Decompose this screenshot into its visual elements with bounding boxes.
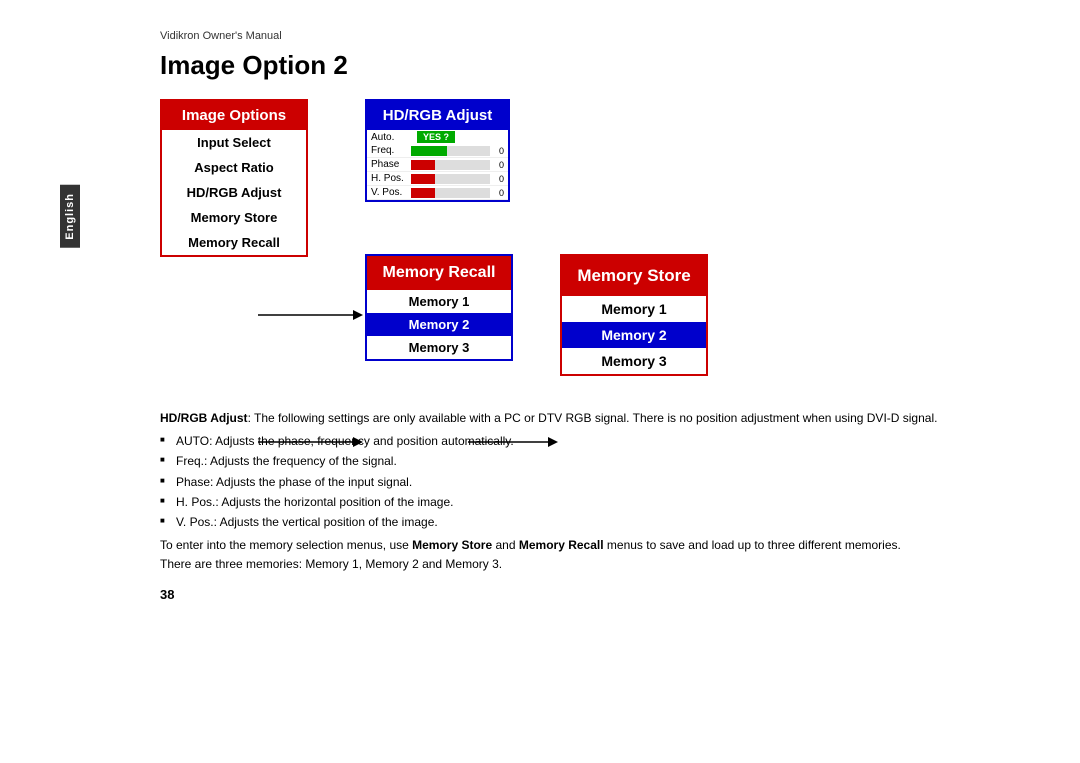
image-options-item-memory-store[interactable]: Memory Store bbox=[162, 205, 306, 230]
hd-freq-row: Freq. 0 bbox=[367, 144, 508, 158]
memory-recall-header: Memory Recall bbox=[367, 256, 511, 290]
hd-rgb-term: HD/RGB Adjust bbox=[160, 411, 248, 425]
memory-store-item-3[interactable]: Memory 3 bbox=[562, 348, 706, 374]
hd-auto-label: Auto. bbox=[371, 132, 409, 143]
hd-phase-value: 0 bbox=[492, 160, 504, 170]
memory-store-item-2[interactable]: Memory 2 bbox=[562, 322, 706, 348]
image-options-item-memory-recall[interactable]: Memory Recall bbox=[162, 230, 306, 255]
hd-hpos-bar bbox=[411, 174, 490, 184]
image-options-item-aspect-ratio[interactable]: Aspect Ratio bbox=[162, 155, 306, 180]
memory-recall-item-2[interactable]: Memory 2 bbox=[367, 313, 511, 336]
hd-phase-row: Phase 0 bbox=[367, 158, 508, 172]
hd-rgb-inner: Auto. YES ? Freq. 0 Phase 0 bbox=[367, 130, 508, 200]
manual-label: Vidikron Owner's Manual bbox=[160, 30, 1020, 42]
hd-yes-badge: YES ? bbox=[417, 131, 455, 143]
intro-text: : The following settings are only availa… bbox=[248, 411, 938, 425]
english-tab: English bbox=[60, 185, 80, 248]
memory-end-text: menus to save and load up to three diffe… bbox=[604, 538, 901, 552]
hd-rgb-header: HD/RGB Adjust bbox=[367, 101, 508, 130]
hd-freq-bar bbox=[411, 146, 490, 156]
memory-recall-box: Memory Recall Memory 1 Memory 2 Memory 3 bbox=[365, 254, 513, 361]
hd-hpos-value: 0 bbox=[492, 174, 504, 184]
memory-recall-item-3[interactable]: Memory 3 bbox=[367, 336, 511, 359]
bullet-hpos: H. Pos.: Adjusts the horizontal position… bbox=[160, 493, 1020, 512]
hd-vpos-value: 0 bbox=[492, 188, 504, 198]
memory-note-text: To enter into the memory selection menus… bbox=[160, 538, 412, 552]
bullet-phase: Phase: Adjusts the phase of the input si… bbox=[160, 473, 1020, 492]
hd-vpos-label: V. Pos. bbox=[371, 187, 409, 198]
memory-note-para: To enter into the memory selection menus… bbox=[160, 536, 1020, 555]
bullet-list: AUTO: Adjusts the phase, frequency and p… bbox=[160, 432, 1020, 532]
hd-auto-row: Auto. YES ? bbox=[367, 130, 508, 144]
memory-and-text: and bbox=[492, 538, 519, 552]
memory-store-header: Memory Store bbox=[562, 256, 706, 296]
image-options-header: Image Options bbox=[162, 101, 306, 130]
memory-store-item-1[interactable]: Memory 1 bbox=[562, 296, 706, 322]
page-number: 38 bbox=[160, 585, 1020, 606]
description-intro-para: HD/RGB Adjust: The following settings ar… bbox=[160, 409, 1020, 428]
memory-store-box: Memory Store Memory 1 Memory 2 Memory 3 bbox=[560, 254, 708, 376]
image-options-box: Image Options Input Select Aspect Ratio … bbox=[160, 99, 308, 257]
description-area: HD/RGB Adjust: The following settings ar… bbox=[160, 409, 1020, 605]
memory-recall-term: Memory Recall bbox=[519, 538, 604, 552]
bullet-freq: Freq.: Adjusts the frequency of the sign… bbox=[160, 452, 1020, 471]
hd-phase-label: Phase bbox=[371, 159, 409, 170]
diagram-area: Image Options Input Select Aspect Ratio … bbox=[160, 99, 1020, 389]
hd-vpos-bar bbox=[411, 188, 490, 198]
hd-rgb-box: HD/RGB Adjust Auto. YES ? Freq. 0 Phase bbox=[365, 99, 510, 202]
page-title: Image Option 2 bbox=[160, 50, 1020, 81]
hd-vpos-row: V. Pos. 0 bbox=[367, 186, 508, 200]
bullet-vpos: V. Pos.: Adjusts the vertical position o… bbox=[160, 513, 1020, 532]
memory-store-term: Memory Store bbox=[412, 538, 492, 552]
image-options-item-input-select[interactable]: Input Select bbox=[162, 130, 306, 155]
hd-freq-label: Freq. bbox=[371, 145, 409, 156]
hd-phase-bar bbox=[411, 160, 490, 170]
hd-hpos-row: H. Pos. 0 bbox=[367, 172, 508, 186]
image-options-item-hd-rgb[interactable]: HD/RGB Adjust bbox=[162, 180, 306, 205]
hd-hpos-label: H. Pos. bbox=[371, 173, 409, 184]
memory-recall-item-1[interactable]: Memory 1 bbox=[367, 290, 511, 313]
hd-freq-value: 0 bbox=[492, 146, 504, 156]
memory-note2-para: There are three memories: Memory 1, Memo… bbox=[160, 555, 1020, 574]
bullet-auto: AUTO: Adjusts the phase, frequency and p… bbox=[160, 432, 1020, 451]
